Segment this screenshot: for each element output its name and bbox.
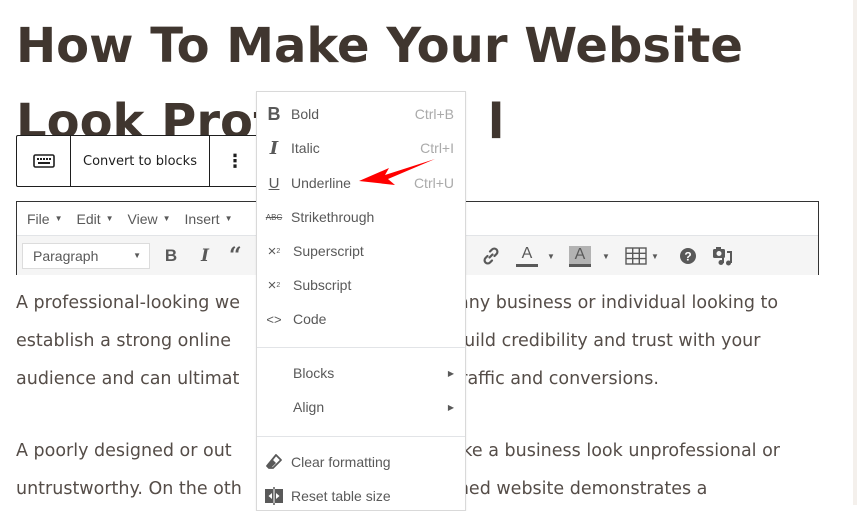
- caret-down-icon: ▼: [105, 214, 114, 223]
- menu-item-label: Clear formatting: [291, 454, 391, 470]
- text-left: audience and can ultimat: [16, 369, 240, 389]
- blockquote-icon: “: [229, 243, 242, 269]
- menu-item-label: Align: [293, 399, 325, 415]
- superscript-icon: × 2: [267, 242, 281, 260]
- italic-icon: I: [201, 246, 209, 266]
- caret-down-icon: ▼: [651, 251, 659, 261]
- chevron-right-icon: ▶: [447, 402, 454, 412]
- block-toolbar: Convert to blocks ⋮: [16, 135, 261, 187]
- link-icon: [483, 247, 499, 265]
- menu-item-label: Underline: [291, 175, 351, 191]
- text-left: A professional-looking we: [16, 293, 240, 313]
- link-button[interactable]: [479, 243, 503, 269]
- menu-item-align[interactable]: Align ▶: [257, 392, 465, 422]
- more-options-button[interactable]: ⋮: [210, 136, 260, 186]
- strikethrough-icon: ABC: [265, 212, 283, 222]
- background-color-button[interactable]: A: [568, 243, 592, 269]
- caret-down-icon: ▼: [602, 251, 610, 261]
- menu-item-subscript[interactable]: × 2 Subscript: [257, 270, 465, 300]
- menu-insert-label: Insert: [184, 210, 220, 227]
- caret-down-icon: ▼: [224, 214, 233, 223]
- text-color-button[interactable]: A: [514, 243, 540, 269]
- bold-icon: B: [267, 103, 281, 124]
- text-right: ake a business look unprofessional or: [451, 441, 780, 461]
- text-color-dropdown[interactable]: ▼: [545, 243, 557, 269]
- chevron-right-icon: ▶: [447, 368, 454, 378]
- format-select-value: Paragraph: [33, 247, 99, 264]
- subscript-icon: × 2: [267, 276, 281, 294]
- text-right: any business or individual looking to: [458, 293, 779, 313]
- text-right: build credibility and trust with your: [453, 331, 761, 351]
- menu-item-bold[interactable]: B Bold Ctrl+B: [257, 99, 465, 129]
- menu-item-label: Strikethrough: [291, 209, 375, 225]
- menu-item-code[interactable]: <> Code: [257, 304, 465, 334]
- text-right: ned website demonstrates a: [457, 479, 708, 499]
- menu-insert[interactable]: Insert ▼: [185, 211, 233, 227]
- background-color-dropdown[interactable]: ▼: [600, 243, 612, 269]
- table-button[interactable]: ▼: [623, 243, 661, 269]
- scrollbar-track[interactable]: [853, 0, 857, 505]
- menu-view[interactable]: View ▼: [128, 211, 171, 227]
- menu-separator: [257, 347, 465, 348]
- menu-item-reset-table-size[interactable]: Reset table size: [257, 481, 465, 511]
- menu-item-label: Italic: [291, 140, 320, 156]
- background-color-swatch: [569, 263, 591, 267]
- menu-edit-label: Edit: [76, 210, 101, 227]
- menu-item-strikethrough[interactable]: ABC Strikethrough: [257, 202, 465, 232]
- help-button[interactable]: ?: [676, 243, 700, 269]
- caret-down-icon: ▼: [133, 251, 141, 260]
- text-left: A poorly designed or out: [16, 441, 232, 461]
- menu-edit[interactable]: Edit ▼: [76, 211, 113, 227]
- underline-icon: U: [268, 174, 280, 192]
- media-button[interactable]: [710, 243, 736, 269]
- text-color-icon: A: [521, 244, 533, 262]
- caret-down-icon: ▼: [547, 251, 555, 261]
- menu-item-label: Superscript: [293, 243, 364, 259]
- table-resize-icon: [264, 486, 284, 506]
- menu-item-label: Reset table size: [291, 488, 391, 504]
- format-context-menu: B Bold Ctrl+B I Italic Ctrl+I U Underlin…: [256, 91, 466, 511]
- eraser-icon: [264, 452, 284, 472]
- shortcut-label: Ctrl+B: [414, 106, 454, 122]
- code-icon: <>: [266, 311, 282, 327]
- format-select[interactable]: Paragraph ▼: [22, 242, 150, 269]
- svg-text:?: ?: [684, 250, 691, 264]
- shortcut-label: Ctrl+I: [420, 140, 454, 156]
- blockquote-button[interactable]: “: [229, 243, 249, 269]
- caret-down-icon: ▼: [54, 214, 63, 223]
- text-left: untrustworthy. On the oth: [16, 479, 242, 499]
- menu-item-label: Bold: [291, 106, 320, 122]
- more-vertical-icon: ⋮: [226, 150, 244, 172]
- keyboard-icon: [32, 154, 55, 168]
- menu-item-blocks[interactable]: Blocks ▶: [257, 358, 465, 388]
- menu-item-label: Blocks: [293, 365, 335, 381]
- bold-button[interactable]: B: [159, 243, 183, 269]
- italic-icon: I: [269, 137, 279, 159]
- caret-down-icon: ▼: [162, 214, 171, 223]
- menu-item-superscript[interactable]: × 2 Superscript: [257, 236, 465, 266]
- text-left: establish a strong online: [16, 331, 231, 351]
- text-right: traffic and conversions.: [453, 369, 659, 389]
- title-line-1: How To Make Your Website: [16, 18, 743, 74]
- convert-to-blocks-button[interactable]: Convert to blocks: [71, 136, 210, 186]
- bold-icon: B: [164, 246, 178, 265]
- annotation-arrow: [359, 159, 435, 185]
- help-icon: ?: [680, 248, 696, 264]
- menu-item-clear-formatting[interactable]: Clear formatting: [257, 447, 465, 477]
- menu-file[interactable]: File ▼: [27, 211, 62, 227]
- keyboard-button[interactable]: [17, 136, 71, 186]
- menu-item-label: Code: [293, 311, 327, 327]
- menu-item-label: Subscript: [293, 277, 352, 293]
- menu-view-label: View: [127, 210, 158, 227]
- menu-separator: [257, 436, 465, 437]
- background-color-icon: A: [569, 245, 591, 264]
- media-icon: [713, 247, 732, 266]
- table-icon: [625, 247, 647, 265]
- text-color-swatch: [516, 263, 538, 267]
- menu-file-label: File: [27, 210, 50, 227]
- italic-button[interactable]: I: [193, 243, 217, 269]
- title-line-2-right: l: [487, 94, 505, 150]
